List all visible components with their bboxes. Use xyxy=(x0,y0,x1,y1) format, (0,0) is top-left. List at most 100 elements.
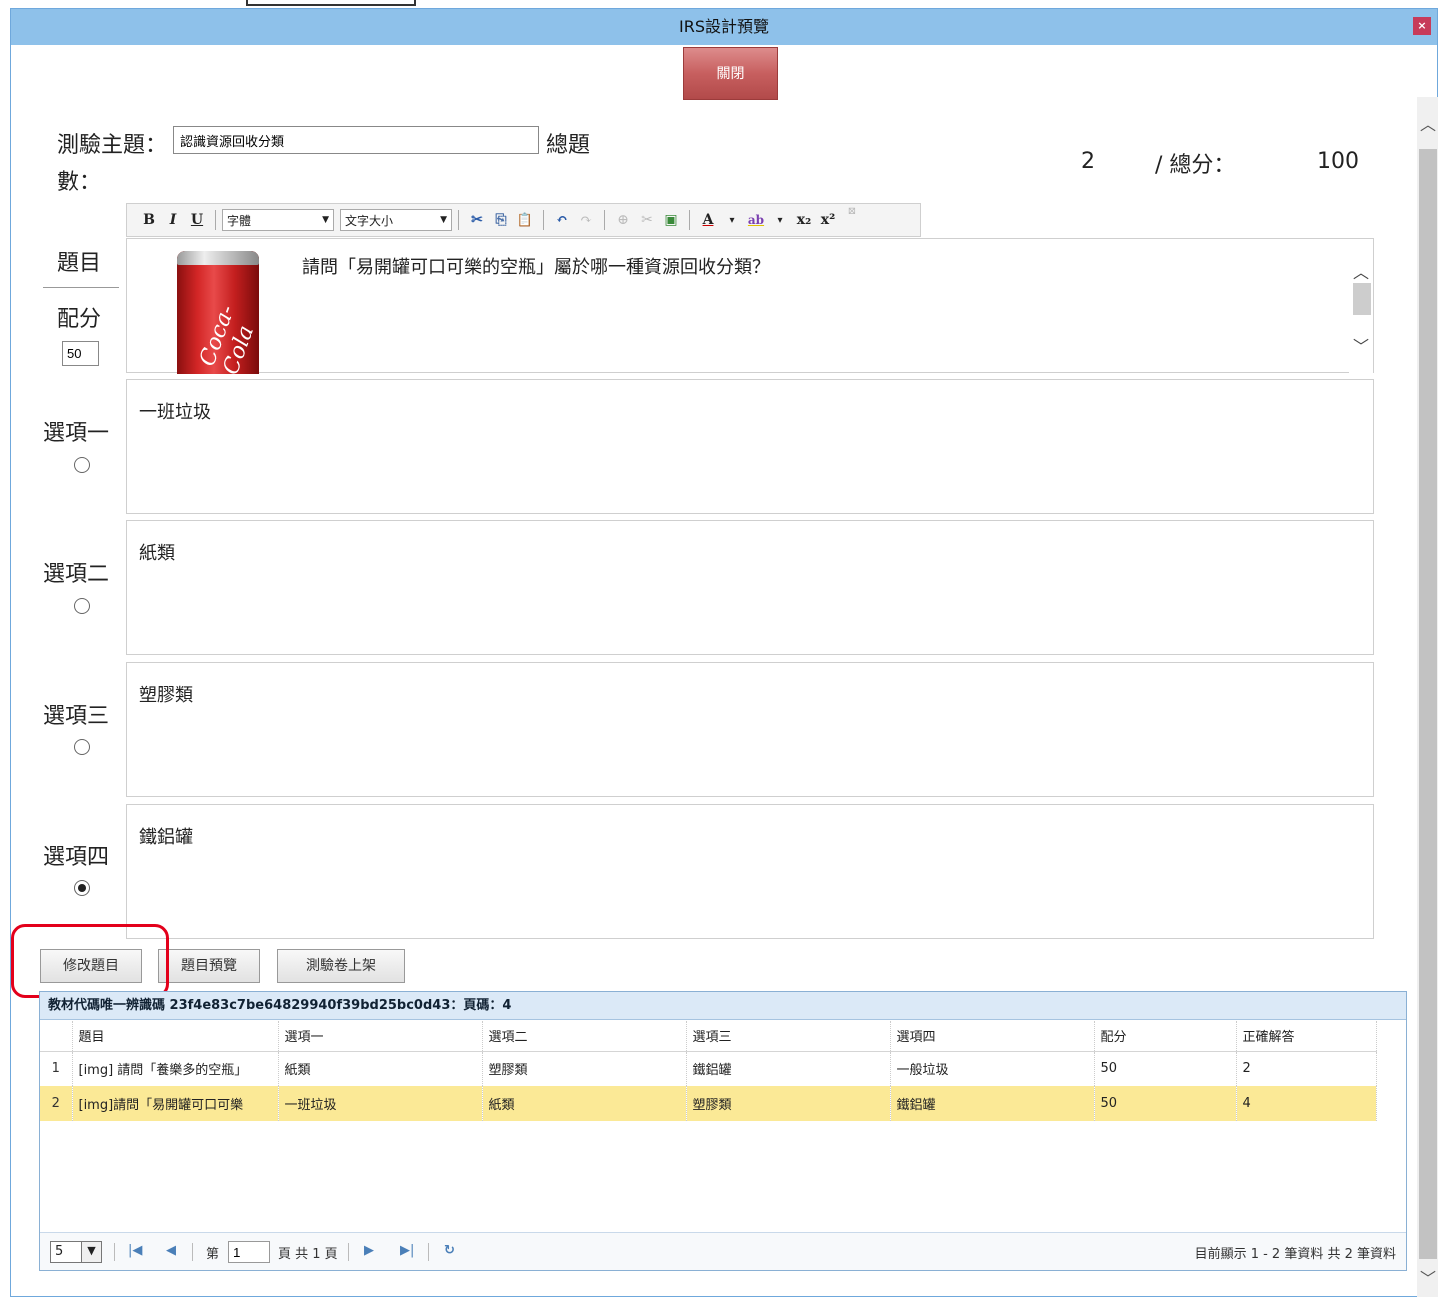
table-cell: 2 xyxy=(1236,1051,1377,1086)
chevron-down-icon: ▼ xyxy=(81,1242,101,1262)
can-lid xyxy=(177,251,259,265)
option-3-text: 塑膠類 xyxy=(139,685,193,706)
page-size-select[interactable]: 5 ▼ xyxy=(50,1241,102,1263)
score-input[interactable] xyxy=(62,341,99,366)
bold-button[interactable]: B xyxy=(139,212,159,228)
toolbar-separator xyxy=(458,210,459,230)
column-header[interactable]: 選項二 xyxy=(482,1021,687,1052)
paste-icon[interactable]: 📋 xyxy=(515,213,535,228)
toolbar-separator xyxy=(215,210,216,230)
page-number-input[interactable] xyxy=(228,1241,270,1263)
pager-separator xyxy=(114,1243,115,1261)
toolbar-separator xyxy=(604,210,605,230)
option-1-editor[interactable]: 一班垃圾 xyxy=(126,379,1374,514)
underline-button[interactable]: U xyxy=(187,212,207,228)
total-score-label: / 總分： xyxy=(1155,153,1236,178)
close-button[interactable]: 關閉 xyxy=(683,47,778,100)
copy-icon[interactable]: ⎘ xyxy=(491,212,511,228)
question-text: 請問「易開罐可口可樂的空瓶」屬於哪一種資源回收分類？ xyxy=(302,257,770,278)
total-questions-label-cont: 數： xyxy=(57,170,102,195)
topic-input[interactable] xyxy=(173,126,539,154)
column-header[interactable]: 選項一 xyxy=(278,1021,483,1052)
questions-table: 題目 選項一 選項二 選項三 選項四 配分 正確解答 1 [img] 請問「養樂… xyxy=(40,1021,1377,1121)
column-header[interactable]: 選項三 xyxy=(686,1021,891,1052)
page-label-post: 頁 共 1 頁 xyxy=(278,1247,338,1262)
dialog-scrollbar[interactable]: ︿ ﹀ xyxy=(1417,97,1438,1297)
column-header[interactable]: 正確解答 xyxy=(1236,1021,1377,1052)
total-score-value: 100 xyxy=(1317,149,1359,174)
scroll-down-icon[interactable]: ﹀ xyxy=(1349,333,1373,357)
option-4-radio[interactable] xyxy=(74,880,90,896)
table-row[interactable]: 1 [img] 請問「養樂多的空瓶」 紙類 塑膠類 鐵鋁罐 一般垃圾 50 2 xyxy=(40,1051,1377,1086)
score-label: 配分 xyxy=(57,307,102,332)
option-2-text: 紙類 xyxy=(139,543,175,564)
row-number: 1 xyxy=(40,1051,73,1086)
option-2-radio[interactable] xyxy=(74,598,90,614)
italic-button[interactable]: I xyxy=(163,212,183,228)
table-cell: 塑膠類 xyxy=(686,1086,891,1121)
table-cell: 一般垃圾 xyxy=(890,1051,1095,1086)
top-strip xyxy=(0,0,1438,8)
option-3-label: 選項三 xyxy=(43,704,110,729)
question-label: 題目 xyxy=(57,251,102,276)
can-logo: Coca-Cola xyxy=(195,301,259,374)
page-size-value: 5 xyxy=(55,1244,64,1259)
top-bracket-decoration xyxy=(246,0,416,6)
font-size-dropdown[interactable]: 文字大小 ▼ xyxy=(340,209,452,231)
pager-separator xyxy=(348,1243,349,1261)
scroll-down-icon[interactable]: ﹀ xyxy=(1417,1265,1438,1289)
scroll-up-icon[interactable]: ︿ xyxy=(1417,111,1438,135)
irs-preview-dialog: IRS設計預覽 × 關閉 ︿ ﹀ 測驗主題： 總題 數： 2 / 總分： 100… xyxy=(10,8,1438,1297)
table-cell: 紙類 xyxy=(482,1086,687,1121)
total-questions-label: 總題 xyxy=(546,133,591,158)
collapse-toolbar-icon[interactable]: ⊠ xyxy=(842,206,862,217)
undo-icon[interactable]: ↶ xyxy=(552,212,572,228)
font-family-label: 字體 xyxy=(227,213,252,228)
column-header[interactable]: 配分 xyxy=(1094,1021,1237,1052)
superscript-icon[interactable]: x² xyxy=(818,212,838,228)
next-page-icon[interactable]: ▶ xyxy=(364,1243,374,1258)
scrollbar-thumb[interactable] xyxy=(1419,149,1437,1259)
font-family-dropdown[interactable]: 字體 ▼ xyxy=(222,209,334,231)
option-4-editor[interactable]: 鐵鋁罐 xyxy=(126,804,1374,939)
option-1-radio[interactable] xyxy=(74,457,90,473)
publish-quiz-button[interactable]: 測驗卷上架 xyxy=(277,949,405,983)
option-4-text: 鐵鋁罐 xyxy=(139,827,193,848)
question-editor-scrollbar[interactable]: ︿ ﹀ xyxy=(1349,239,1373,373)
total-questions-value: 2 xyxy=(1081,149,1095,174)
redo-icon[interactable]: ↷ xyxy=(576,212,596,228)
toolbar-separator xyxy=(689,210,690,230)
scroll-up-icon[interactable]: ︿ xyxy=(1349,259,1373,283)
column-header[interactable]: 題目 xyxy=(72,1021,279,1052)
question-editor[interactable]: Coca-Cola 請問「易開罐可口可樂的空瓶」屬於哪一種資源回收分類？ ︿ ﹀ xyxy=(126,238,1374,374)
prev-page-icon[interactable]: ◀ xyxy=(166,1243,176,1258)
scrollbar-thumb[interactable] xyxy=(1353,283,1371,315)
table-row-selected[interactable]: 2 [img]請問「易開罐可口可樂 一班垃圾 紙類 塑膠類 鐵鋁罐 50 4 xyxy=(40,1086,1377,1121)
table-cell: 50 xyxy=(1094,1086,1237,1121)
last-page-icon[interactable]: ▶| xyxy=(400,1243,414,1258)
insert-image-icon[interactable]: ▣ xyxy=(661,212,681,228)
first-page-icon[interactable]: |◀ xyxy=(128,1243,142,1258)
chevron-down-icon[interactable]: ▾ xyxy=(722,215,742,226)
option-3-radio[interactable] xyxy=(74,739,90,755)
option-2-label: 選項二 xyxy=(43,562,110,587)
pager-separator xyxy=(428,1243,429,1261)
row-number-header xyxy=(40,1021,73,1052)
column-header[interactable]: 選項四 xyxy=(890,1021,1095,1052)
chevron-down-icon[interactable]: ▾ xyxy=(770,215,790,226)
table-cell: 鐵鋁罐 xyxy=(686,1051,891,1086)
unlink-icon[interactable]: ✂ xyxy=(637,212,657,228)
preview-question-button[interactable]: 題目預覽 xyxy=(158,949,260,983)
topic-label: 測驗主題： xyxy=(57,133,168,158)
cut-icon[interactable]: ✂ xyxy=(467,212,487,228)
link-icon[interactable]: ⊕ xyxy=(613,212,633,228)
option-2-editor[interactable]: 紙類 xyxy=(126,520,1374,655)
subscript-icon[interactable]: x₂ xyxy=(794,212,814,228)
highlight-icon[interactable]: ab xyxy=(746,213,766,227)
close-x-icon[interactable]: × xyxy=(1413,17,1431,35)
font-color-icon[interactable]: A xyxy=(698,212,718,228)
table-cell: 鐵鋁罐 xyxy=(890,1086,1095,1121)
table-cell: 紙類 xyxy=(278,1051,483,1086)
refresh-icon[interactable]: ↻ xyxy=(444,1243,455,1258)
option-3-editor[interactable]: 塑膠類 xyxy=(126,662,1374,797)
